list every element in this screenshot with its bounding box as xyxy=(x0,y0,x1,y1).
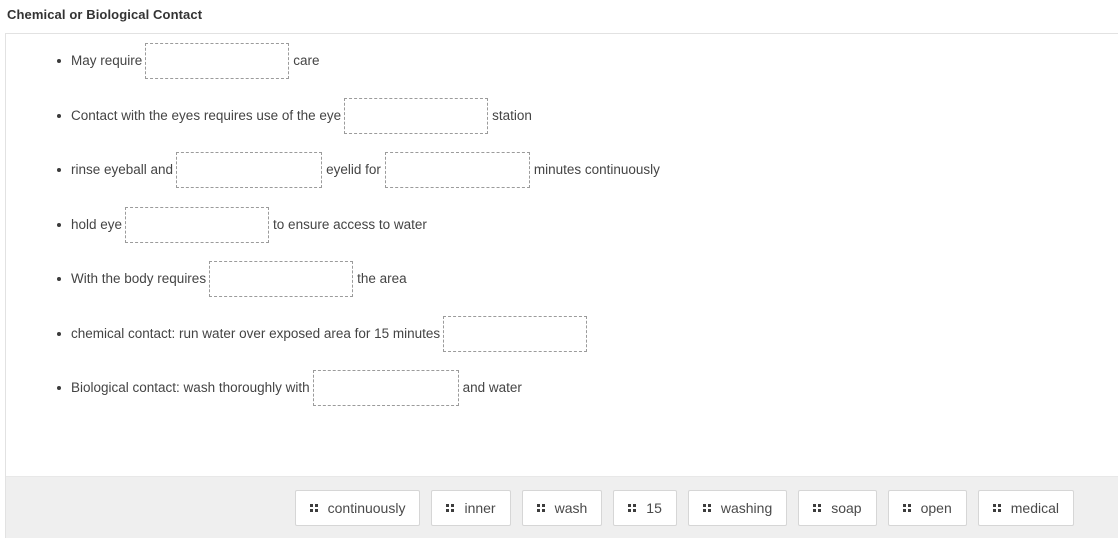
statement-text-trail: the area xyxy=(357,271,407,287)
statement-text-lead: Biological contact: wash thoroughly with xyxy=(71,380,310,396)
draggable-token[interactable]: wash xyxy=(521,489,603,526)
token-label: open xyxy=(920,499,952,516)
statement-text-lead: With the body requires xyxy=(71,271,207,287)
bullet-icon xyxy=(57,277,61,282)
statement-text-lead: hold eye xyxy=(71,216,123,232)
drag-handle-icon[interactable] xyxy=(309,503,318,512)
statement-text-trail: to ensure access to water xyxy=(273,216,427,232)
exercise-card: May require care Contact with the eyes req… xyxy=(5,33,1118,538)
token-tray: continuously inner wash 15 washing soap open me… xyxy=(6,476,1118,538)
token-label: inner xyxy=(464,499,496,516)
statement-text-lead: May require xyxy=(71,53,143,69)
card-body: May require care Contact with the eyes req… xyxy=(6,34,1118,476)
dropzone-blank[interactable] xyxy=(209,261,354,298)
draggable-token[interactable]: inner xyxy=(431,489,511,526)
draggable-token[interactable]: washing xyxy=(687,489,788,526)
dropzone-blank[interactable] xyxy=(443,315,588,352)
blank-statement-list: May require care Contact with the eyes req… xyxy=(6,34,1118,416)
token-label: 15 xyxy=(646,499,662,516)
statement-text-trail: care xyxy=(293,53,320,69)
list-item: May require care xyxy=(6,34,1118,89)
list-item: chemical contact: run water over exposed… xyxy=(6,307,1118,362)
list-item: With the body requires the area xyxy=(6,252,1118,307)
list-item: rinse eyeball and eyelid for minutes conti… xyxy=(6,143,1118,198)
bullet-icon xyxy=(57,113,61,118)
token-label: soap xyxy=(831,499,862,516)
page-title: Chemical or Biological Contact xyxy=(7,7,203,22)
draggable-token[interactable]: 15 xyxy=(613,489,677,526)
token-label: washing xyxy=(720,499,773,516)
bullet-icon xyxy=(57,331,61,336)
list-item: hold eye to ensure access to water xyxy=(6,198,1118,253)
dropzone-blank[interactable] xyxy=(125,206,270,243)
bullet-icon xyxy=(57,59,61,64)
drag-handle-icon[interactable] xyxy=(628,503,637,512)
statement-text-lead: Contact with the eyes requires use of th… xyxy=(71,107,342,123)
list-item: Contact with the eyes requires use of th… xyxy=(6,89,1118,144)
exercise-page: Chemical or Biological Contact May requi… xyxy=(0,0,1120,541)
token-label: wash xyxy=(554,499,588,516)
dropzone-blank[interactable] xyxy=(312,370,459,407)
dropzone-blank[interactable] xyxy=(145,43,290,80)
bullet-icon xyxy=(57,168,61,173)
bullet-icon xyxy=(57,222,61,227)
token-label: medical xyxy=(1010,499,1059,516)
drag-handle-icon[interactable] xyxy=(702,503,711,512)
dropzone-blank[interactable] xyxy=(176,152,323,189)
list-item: Biological contact: wash thoroughly with… xyxy=(6,361,1118,416)
statement-text-trail: minutes continuously xyxy=(533,162,660,178)
statement-text-mid: eyelid for xyxy=(326,162,381,178)
statement-text-trail: station xyxy=(492,107,532,123)
statement-text-lead: rinse eyeball and xyxy=(71,162,174,178)
statement-text-lead: chemical contact: run water over exposed… xyxy=(71,325,441,341)
drag-handle-icon[interactable] xyxy=(813,503,822,512)
token-label: continuously xyxy=(327,499,406,516)
draggable-token[interactable]: continuously xyxy=(294,489,421,526)
drag-handle-icon[interactable] xyxy=(446,503,455,512)
draggable-token[interactable]: soap xyxy=(798,489,877,526)
draggable-token[interactable]: open xyxy=(887,489,967,526)
dropzone-blank[interactable] xyxy=(384,152,530,189)
statement-text-trail: and water xyxy=(462,380,522,396)
drag-handle-icon[interactable] xyxy=(992,503,1001,512)
drag-handle-icon[interactable] xyxy=(536,503,545,512)
dropzone-blank[interactable] xyxy=(344,97,489,134)
draggable-token[interactable]: medical xyxy=(977,489,1074,526)
bullet-icon xyxy=(57,386,61,391)
drag-handle-icon[interactable] xyxy=(902,503,911,512)
